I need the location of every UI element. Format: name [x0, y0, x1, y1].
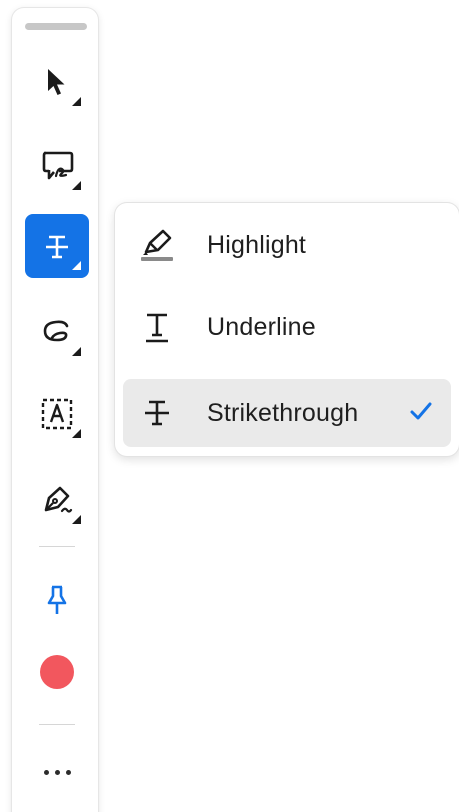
toolbar-divider: [39, 546, 75, 547]
pin-toolbar-button[interactable]: [25, 568, 89, 632]
menu-item-strikethrough[interactable]: Strikethrough: [123, 379, 451, 447]
menu-item-label: Highlight: [207, 230, 307, 259]
pointer-arrow-icon: [44, 67, 70, 97]
strikethrough-icon: [135, 391, 179, 435]
pushpin-icon: [44, 584, 70, 616]
submenu-indicator-icon: [72, 347, 81, 356]
more-tools-button[interactable]: [25, 740, 89, 804]
select-tool-button[interactable]: [25, 50, 89, 114]
underline-icon: [135, 305, 179, 349]
active-color-swatch: [40, 655, 74, 689]
strikethrough-icon: [42, 231, 72, 261]
text-box-icon: [40, 397, 74, 431]
toolbar-drag-handle[interactable]: [25, 23, 87, 30]
freehand-tool-button[interactable]: [25, 300, 89, 364]
submenu-indicator-icon: [72, 261, 81, 270]
menu-item-highlight[interactable]: Highlight: [123, 211, 451, 279]
menu-item-underline[interactable]: Underline: [123, 293, 451, 361]
submenu-indicator-icon: [72, 429, 81, 438]
text-markup-tool-button[interactable]: [25, 214, 89, 278]
submenu-indicator-icon: [72, 515, 81, 524]
submenu-indicator-icon: [72, 181, 81, 190]
text-markup-menu: Highlight Underline Strikethrough: [115, 203, 459, 456]
lasso-icon: [41, 318, 73, 346]
pen-sign-icon: [40, 484, 74, 516]
annotation-toolbar: [12, 8, 98, 812]
menu-item-label: Underline: [207, 312, 316, 341]
highlighter-icon: [135, 223, 179, 267]
comment-bubble-icon: [39, 149, 75, 183]
text-box-tool-button[interactable]: [25, 382, 89, 446]
menu-item-label: Strikethrough: [207, 398, 359, 427]
sign-tool-button[interactable]: [25, 468, 89, 532]
ellipsis-icon: [43, 769, 71, 775]
checkmark-icon: [409, 399, 433, 428]
toolbar-divider: [39, 724, 75, 725]
color-picker-button[interactable]: [25, 640, 89, 704]
submenu-indicator-icon: [72, 97, 81, 106]
comment-tool-button[interactable]: [25, 134, 89, 198]
